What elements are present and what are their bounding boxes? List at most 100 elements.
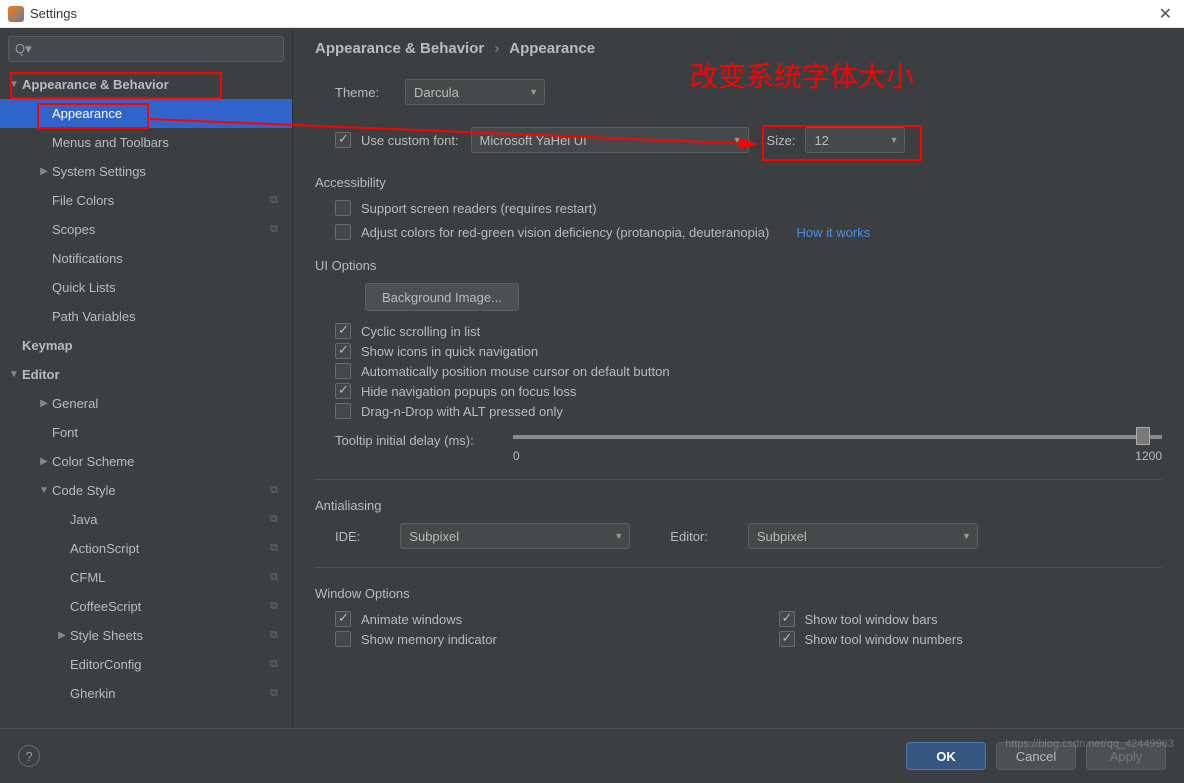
main-area: Q▾ ▼Appearance & Behavior Appearance Men… [0, 28, 1184, 728]
tree-color-scheme[interactable]: ▶Color Scheme [0, 447, 292, 476]
use-custom-font-checkbox[interactable] [335, 132, 351, 148]
chevron-down-icon: ▼ [962, 531, 971, 541]
show-icons-label: Show icons in quick navigation [361, 344, 538, 359]
aa-ide-value: Subpixel [409, 529, 459, 544]
copy-icon: ⧉ [270, 629, 284, 643]
tree-appearance-behavior[interactable]: ▼Appearance & Behavior [0, 70, 292, 99]
tree-scopes[interactable]: Scopes⧉ [0, 215, 292, 244]
show-icons-checkbox[interactable] [335, 343, 351, 359]
font-size-combo[interactable]: 12 ▼ [805, 127, 905, 153]
tree-cfml[interactable]: CFML⧉ [0, 563, 292, 592]
settings-tree[interactable]: ▼Appearance & Behavior Appearance Menus … [0, 70, 292, 728]
screen-readers-checkbox[interactable] [335, 200, 351, 216]
tree-system-settings[interactable]: ▶System Settings [0, 157, 292, 186]
cyclic-scroll-label: Cyclic scrolling in list [361, 324, 480, 339]
color-deficiency-checkbox[interactable] [335, 224, 351, 240]
tree-label: Color Scheme [52, 454, 284, 469]
tree-appearance[interactable]: Appearance [0, 99, 292, 128]
tree-path-variables[interactable]: Path Variables [0, 302, 292, 331]
use-custom-font-label: Use custom font: [361, 133, 459, 148]
color-deficiency-label: Adjust colors for red-green vision defic… [361, 225, 769, 240]
tree-label: EditorConfig [70, 657, 270, 672]
tree-label: Keymap [22, 338, 284, 353]
tree-java[interactable]: Java⧉ [0, 505, 292, 534]
memory-indicator-label: Show memory indicator [361, 632, 497, 647]
window-titlebar: Settings ✕ [0, 0, 1184, 28]
animate-windows-checkbox[interactable] [335, 611, 351, 627]
tree-editor[interactable]: ▼Editor [0, 360, 292, 389]
chevron-down-icon: ▼ [529, 87, 538, 97]
chevron-right-icon: ▶ [36, 398, 52, 409]
tree-editorconfig[interactable]: EditorConfig⧉ [0, 650, 292, 679]
tree-coffeescript[interactable]: CoffeeScript⧉ [0, 592, 292, 621]
tree-file-colors[interactable]: File Colors⧉ [0, 186, 292, 215]
font-family-combo[interactable]: Microsoft YaHei UI ▼ [471, 127, 749, 153]
tooltip-delay-label: Tooltip initial delay (ms): [335, 429, 495, 448]
dnd-alt-checkbox[interactable] [335, 403, 351, 419]
auto-cursor-label: Automatically position mouse cursor on d… [361, 364, 670, 379]
chevron-down-icon: ▼ [614, 531, 623, 541]
aa-editor-value: Subpixel [757, 529, 807, 544]
aa-editor-label: Editor: [670, 529, 708, 544]
hide-nav-checkbox[interactable] [335, 383, 351, 399]
tree-label: Scopes [52, 222, 270, 237]
tree-label: Gherkin [70, 686, 270, 701]
cancel-button[interactable]: Cancel [996, 742, 1076, 770]
tree-label: Appearance & Behavior [22, 77, 284, 92]
antialiasing-title: Antialiasing [315, 498, 1162, 513]
dnd-alt-label: Drag-n-Drop with ALT pressed only [361, 404, 563, 419]
ok-button[interactable]: OK [906, 742, 986, 770]
search-icon: Q▾ [15, 41, 32, 57]
theme-combo[interactable]: Darcula ▼ [405, 79, 545, 105]
breadcrumb-part: Appearance [509, 40, 595, 57]
how-it-works-link[interactable]: How it works [797, 225, 871, 240]
tree-menus-toolbars[interactable]: Menus and Toolbars [0, 128, 292, 157]
app-icon [8, 6, 24, 22]
tool-window-numbers-checkbox[interactable] [779, 631, 795, 647]
breadcrumb-part: Appearance & Behavior [315, 40, 484, 57]
settings-sidebar: Q▾ ▼Appearance & Behavior Appearance Men… [0, 28, 293, 728]
tree-quick-lists[interactable]: Quick Lists [0, 273, 292, 302]
copy-icon: ⧉ [270, 513, 284, 527]
slider-thumb[interactable] [1136, 427, 1150, 445]
aa-editor-combo[interactable]: Subpixel ▼ [748, 523, 978, 549]
copy-icon: ⧉ [270, 600, 284, 614]
tree-label: ActionScript [70, 541, 270, 556]
tree-label: Java [70, 512, 270, 527]
tool-window-bars-checkbox[interactable] [779, 611, 795, 627]
cyclic-scroll-checkbox[interactable] [335, 323, 351, 339]
tree-style-sheets[interactable]: ▶Style Sheets⧉ [0, 621, 292, 650]
memory-indicator-checkbox[interactable] [335, 631, 351, 647]
chevron-right-icon: ▶ [36, 456, 52, 467]
tooltip-delay-slider[interactable]: 0 1200 [513, 429, 1162, 461]
help-button[interactable]: ? [18, 745, 40, 767]
tree-label: Path Variables [52, 309, 284, 324]
tool-window-numbers-label: Show tool window numbers [805, 632, 963, 647]
copy-icon: ⧉ [270, 571, 284, 585]
copy-icon: ⧉ [270, 223, 284, 237]
tree-actionscript[interactable]: ActionScript⧉ [0, 534, 292, 563]
screen-readers-label: Support screen readers (requires restart… [361, 201, 597, 216]
tree-notifications[interactable]: Notifications [0, 244, 292, 273]
search-box[interactable]: Q▾ [8, 36, 284, 62]
tree-label: Notifications [52, 251, 284, 266]
breadcrumb: Appearance & Behavior › Appearance [315, 40, 1162, 57]
apply-button[interactable]: Apply [1086, 742, 1166, 770]
auto-cursor-checkbox[interactable] [335, 363, 351, 379]
tree-keymap[interactable]: Keymap [0, 331, 292, 360]
separator [315, 479, 1162, 480]
tree-code-style[interactable]: ▼Code Style⧉ [0, 476, 292, 505]
background-image-button[interactable]: Background Image... [365, 283, 519, 311]
close-icon[interactable]: ✕ [1155, 4, 1176, 24]
copy-icon: ⧉ [270, 687, 284, 701]
tree-font[interactable]: Font [0, 418, 292, 447]
tree-general[interactable]: ▶General [0, 389, 292, 418]
chevron-right-icon: ▶ [36, 166, 52, 177]
breadcrumb-sep: › [494, 40, 499, 57]
tree-gherkin[interactable]: Gherkin⧉ [0, 679, 292, 708]
aa-ide-combo[interactable]: Subpixel ▼ [400, 523, 630, 549]
chevron-right-icon: ▶ [54, 630, 70, 641]
tree-label: System Settings [52, 164, 284, 179]
search-input[interactable] [36, 42, 277, 57]
copy-icon: ⧉ [270, 484, 284, 498]
